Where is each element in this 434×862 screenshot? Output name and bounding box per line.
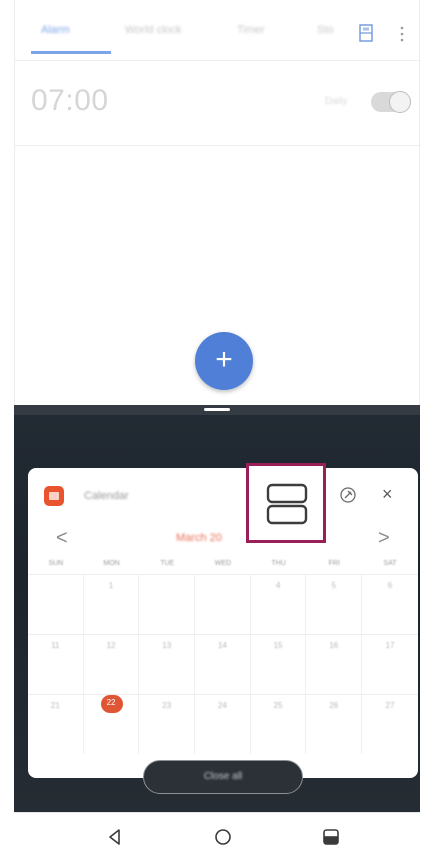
calendar-day[interactable]: 1 (84, 575, 140, 634)
weekday-label: SUN (48, 560, 64, 567)
tab-stopwatch[interactable]: Sto (317, 24, 334, 36)
day-number: 23 (162, 701, 172, 710)
calendar-week: 21 22 23 24 25 26 27 (28, 694, 418, 754)
calendar-day[interactable]: 13 (139, 635, 196, 694)
calendar-day[interactable]: 23 (139, 695, 196, 754)
calendar-day-today[interactable]: 22 (84, 695, 140, 754)
alarm-repeat-days: Daily (325, 96, 348, 107)
split-screen-divider[interactable] (14, 405, 420, 415)
calendar-week: 1 4 5 6 (28, 574, 418, 634)
weekday-label: TUE (160, 560, 175, 567)
calendar-popup-window: Calendar × < March 20 > SUN MON TUE WED … (28, 468, 418, 778)
calendar-day[interactable]: 12 (84, 635, 140, 694)
weekday-label: THU (271, 560, 286, 567)
calendar-day[interactable]: 5 (306, 575, 363, 634)
calendar-day[interactable]: 15 (251, 635, 307, 694)
back-icon[interactable] (104, 826, 126, 848)
day-number: 16 (329, 641, 339, 650)
calendar-day[interactable]: 21 (28, 695, 84, 754)
day-number: 21 (50, 701, 60, 710)
calendar-day[interactable]: 11 (28, 635, 84, 694)
next-month-button[interactable]: > (378, 528, 390, 548)
day-number: 24 (217, 701, 227, 710)
day-number: 26 (329, 701, 339, 710)
day-number: 5 (331, 581, 336, 590)
active-tab-indicator (31, 51, 111, 54)
day-number: 22 (106, 698, 116, 707)
close-icon[interactable]: × (382, 484, 393, 504)
pin-icon[interactable] (339, 486, 357, 504)
day-number: 17 (385, 641, 395, 650)
day-number: 25 (273, 701, 283, 710)
calendar-day[interactable]: 24 (195, 695, 251, 754)
day-number: 12 (106, 641, 116, 650)
day-number: 11 (51, 641, 60, 650)
phone-screen: Alarm World clock Timer Sto 07:00 Daily (0, 0, 434, 862)
day-number: 13 (162, 641, 172, 650)
calendar-week: 11 12 13 14 15 16 17 (28, 634, 418, 694)
add-alarm-button[interactable]: + (195, 332, 253, 390)
day-number: 1 (108, 581, 114, 590)
calendar-day[interactable]: 17 (362, 635, 418, 694)
calendar-day[interactable] (28, 575, 84, 634)
calendar-grid: 1 4 5 6 11 12 13 14 15 16 17 21 22 23 24… (28, 574, 418, 754)
more-vert-icon[interactable] (399, 24, 405, 44)
split-view-button-highlight (246, 463, 326, 543)
calendar-day[interactable]: 14 (195, 635, 251, 694)
calendar-month-title[interactable]: March 20 (176, 532, 222, 544)
day-number: 27 (385, 701, 395, 710)
tabs-divider (15, 60, 421, 61)
calendar-day[interactable]: 4 (251, 575, 307, 634)
home-icon[interactable] (212, 826, 234, 848)
tab-world-clock[interactable]: World clock (125, 24, 182, 36)
navigation-bar (14, 812, 420, 862)
weekday-label: MON (103, 560, 120, 567)
tab-alarm[interactable]: Alarm (41, 24, 70, 36)
alarm-item[interactable]: 07:00 Daily (15, 66, 421, 146)
weekday-label: FRI (328, 560, 340, 567)
weekday-label: SAT (383, 560, 397, 567)
drag-handle-icon[interactable] (204, 408, 230, 411)
tab-timer[interactable]: Timer (237, 24, 265, 36)
alarm-toggle[interactable] (371, 91, 411, 113)
calendar-day[interactable]: 26 (306, 695, 363, 754)
day-number: 15 (273, 641, 283, 650)
previous-month-button[interactable]: < (56, 528, 68, 548)
calendar-day[interactable] (195, 575, 251, 634)
calendar-app-name: Calendar (84, 490, 129, 502)
clock-tabs: Alarm World clock Timer Sto (15, 14, 421, 58)
day-number: 6 (387, 581, 393, 590)
calendar-day[interactable]: 25 (251, 695, 307, 754)
toggle-knob (389, 91, 411, 113)
calendar-day[interactable]: 6 (362, 575, 418, 634)
clock-app: Alarm World clock Timer Sto 07:00 Daily (14, 0, 421, 405)
calendar-day[interactable]: 27 (362, 695, 418, 754)
hourglass-icon[interactable] (359, 24, 373, 42)
close-all-button[interactable]: Close all (143, 760, 303, 794)
calendar-day[interactable]: 16 (306, 635, 363, 694)
calendar-day[interactable] (139, 575, 196, 634)
split-screen-nav-icon[interactable] (320, 826, 342, 848)
day-number: 4 (275, 581, 281, 590)
weekday-header: SUN MON TUE WED THU FRI SAT (28, 560, 418, 574)
split-screen-icon[interactable] (266, 483, 308, 525)
calendar-app-icon (44, 486, 64, 506)
alarm-time: 07:00 (31, 84, 109, 117)
close-all-label: Close all (203, 771, 243, 782)
weekday-label: WED (214, 560, 232, 567)
day-number: 14 (217, 641, 227, 650)
